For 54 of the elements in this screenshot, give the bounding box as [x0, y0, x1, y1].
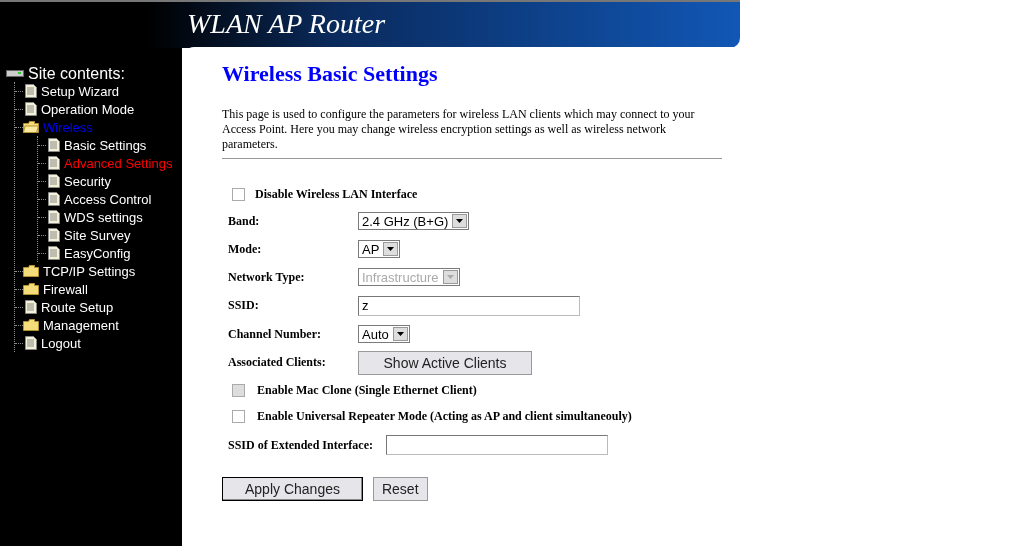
checkbox-label: Enable Universal Repeater Mode (Acting as AP and client simultaneouly) — [257, 408, 632, 424]
apply-button[interactable]: Apply Changes — [222, 477, 363, 501]
page-description: This page is used to configure the parameters for wireless LAN clients which may connect to your Access Point. Here you may change wireless encryption settings as well as wireless network parameters. — [222, 107, 696, 152]
show-clients-button[interactable]: Show Active Clients — [358, 350, 532, 375]
document-icon — [25, 84, 37, 98]
document-icon — [25, 336, 37, 350]
caret-icon — [387, 247, 395, 251]
sidebar-item[interactable]: Management — [43, 317, 119, 333]
checkbox-label: Disable Wireless LAN Interface — [255, 186, 418, 202]
header-title: WLAN AP Router — [187, 8, 386, 40]
document-icon — [48, 246, 60, 260]
caret-icon — [446, 275, 454, 279]
checkbox[interactable] — [232, 187, 245, 201]
document-icon — [25, 300, 37, 314]
field-label: Channel Number: — [228, 326, 322, 342]
sidebar-item[interactable]: Security — [64, 173, 111, 189]
sidebar-item[interactable]: Advanced Settings — [64, 155, 173, 171]
sidebar-item[interactable]: Access Control — [64, 191, 152, 207]
text-field[interactable] — [386, 435, 608, 455]
field-label: Band: — [228, 213, 261, 229]
dropdown[interactable]: Auto — [358, 325, 410, 343]
document-icon — [48, 174, 60, 188]
caret-icon — [396, 332, 404, 336]
sidebar-title: Site contents: — [28, 65, 125, 83]
field-label: SSID of Extended Interface: — [228, 437, 374, 453]
reset-button[interactable]: Reset — [372, 477, 428, 501]
document-icon — [48, 192, 60, 206]
checkbox-label: Enable Mac Clone (Single Ethernet Client) — [257, 382, 477, 398]
checkbox[interactable] — [232, 409, 245, 423]
field-label: Associated Clients: — [228, 355, 327, 370]
sidebar-item[interactable]: TCP/IP Settings — [43, 263, 136, 279]
sidebar-item[interactable]: Firewall — [43, 281, 88, 297]
sidebar-item[interactable]: Basic Settings — [64, 137, 147, 153]
dropdown[interactable]: 2.4 GHz (B+G) — [358, 212, 470, 230]
sidebar-item[interactable]: EasyConfig — [64, 245, 131, 261]
sidebar-item[interactable]: Site Survey — [64, 227, 131, 243]
sidebar-item[interactable]: Operation Mode — [41, 101, 135, 117]
field-label: Mode: — [228, 241, 263, 257]
document-icon — [48, 138, 60, 152]
sidebar-item[interactable]: Setup Wizard — [41, 83, 120, 99]
document-icon — [48, 156, 60, 170]
page-title: Wireless Basic Settings — [222, 61, 439, 88]
field-label: Network Type: — [228, 269, 306, 285]
text-field[interactable]: z — [358, 295, 580, 316]
document-icon — [25, 102, 37, 116]
sidebar-item[interactable]: Route Setup — [41, 299, 114, 315]
field-label: SSID: — [228, 298, 260, 313]
network-icon — [6, 69, 24, 79]
caret-icon — [456, 219, 464, 223]
sidebar-item[interactable]: Logout — [41, 335, 81, 351]
sidebar-item[interactable]: WDS settings — [64, 209, 143, 225]
document-icon — [48, 210, 60, 224]
document-icon — [48, 228, 60, 242]
dropdown[interactable]: AP — [358, 240, 401, 258]
